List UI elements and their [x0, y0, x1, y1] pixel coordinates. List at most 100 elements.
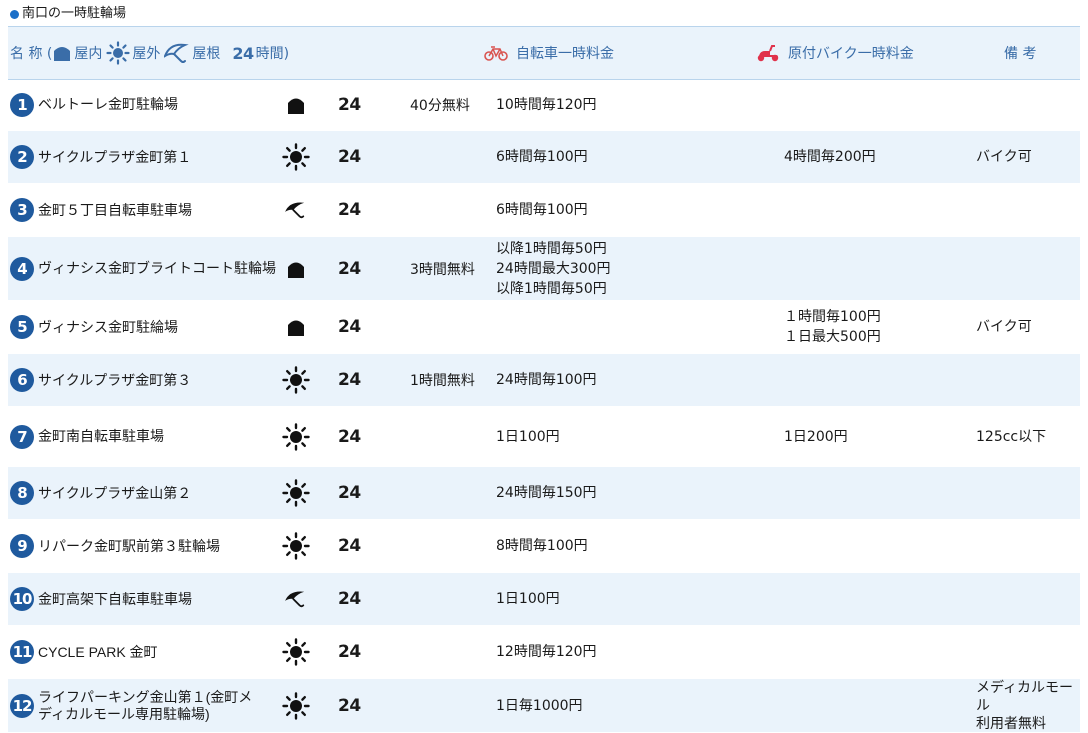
- umbrella-icon: [164, 43, 190, 63]
- hours-24-mark: 24: [338, 258, 361, 279]
- row-number-badge: 7: [10, 424, 34, 449]
- free-time: [410, 626, 496, 678]
- bicycle-fee: [496, 301, 766, 353]
- moto-fee: １時間毎100円 １日最大500円: [784, 309, 881, 345]
- row-number-badge: 4: [10, 256, 34, 281]
- moto-fee: [784, 237, 964, 300]
- table-row: 5 ヴィナシス金町駐綸場 24 １時間毎100円 １日最大500円 バイク可: [8, 301, 1080, 354]
- umbrella-icon: [284, 589, 308, 609]
- moto-fee: [784, 679, 964, 732]
- free-time: [410, 131, 496, 183]
- facility-type-cell: [282, 467, 310, 519]
- parking-name-cell: 5 ヴィナシス金町駐綸場: [10, 301, 280, 353]
- table-row: 6 サイクルプラザ金町第３ 24 1時間無料 24時間毎100円: [8, 354, 1080, 407]
- facility-type-cell: [282, 354, 310, 406]
- bicycle-icon: [484, 46, 508, 61]
- legend-indoor: 屋内: [52, 43, 102, 63]
- section-title: 南口の一時駐輪場: [10, 4, 126, 24]
- free-time: 1時間無料: [410, 373, 475, 389]
- legend-roof: 屋根: [164, 42, 220, 64]
- facility-type-cell: [282, 679, 310, 732]
- notes: [976, 626, 1080, 678]
- parking-name: CYCLE PARK 金町: [38, 643, 158, 660]
- hours-24-mark: 24: [338, 426, 361, 447]
- indoor-icon: [54, 47, 71, 61]
- parking-name: リパーク金町駅前第３駐輪場: [38, 537, 220, 554]
- free-time: [410, 679, 496, 732]
- hours-24-mark: 24: [338, 642, 361, 662]
- moto-fee: [784, 573, 964, 625]
- parking-table-body: 1 ベルトーレ金町駐輪場 24 40分無料 10時間毎120円 2 サイクルプラザ金町第１ 2…: [8, 79, 1080, 733]
- hours-24-mark: 24: [338, 317, 361, 337]
- row-number-badge: 2: [10, 145, 34, 169]
- bicycle-fee: 6時間毎100円: [496, 149, 588, 165]
- hours-24-mark: 24: [338, 695, 361, 716]
- table-row: 8 サイクルプラザ金山第２ 24 24時間毎150円: [8, 467, 1080, 520]
- free-time: 3時間無料: [410, 261, 475, 278]
- table-header: 名 称 ( 屋内 屋外 屋根 24 時間) 自転車一時料金 原付バイク一時料金 …: [8, 26, 1080, 80]
- row-number-badge: 3: [10, 198, 34, 222]
- bicycle-fee: 1日毎1000円: [496, 697, 583, 714]
- header-moto-fee: 原付バイク一時料金: [756, 27, 914, 79]
- row-number-badge: 12: [10, 693, 34, 718]
- table-row: 3 金町５丁目自転車駐車場 24 6時間毎100円: [8, 184, 1080, 237]
- notes: [976, 79, 1080, 130]
- legend-hours-label: 時間): [255, 46, 290, 62]
- parking-name-cell: 6 サイクルプラザ金町第３: [10, 354, 280, 406]
- parking-name-cell: 4 ヴィナシス金町ブライトコート駐輪場: [10, 237, 280, 300]
- umbrella-icon: [284, 200, 308, 220]
- sun-icon: [282, 692, 310, 720]
- legend-roof-label: 屋根: [192, 46, 221, 62]
- moto-fee: [784, 184, 964, 236]
- parking-name-cell: 2 サイクルプラザ金町第１: [10, 131, 280, 183]
- notes: [976, 184, 1080, 236]
- facility-type-cell: [282, 301, 310, 353]
- hours-24-mark: 24: [338, 147, 361, 167]
- hours-24-mark: 24: [338, 200, 361, 220]
- table-row: 11 CYCLE PARK 金町 24 12時間毎120円: [8, 626, 1080, 679]
- bicycle-fee: 24時間毎100円: [496, 372, 597, 388]
- moto-fee: 4時間毎200円: [784, 149, 876, 165]
- bicycle-fee: 1日100円: [496, 428, 560, 445]
- notes: バイク可: [976, 149, 1032, 165]
- legend-outdoor: 屋外: [106, 41, 160, 65]
- bicycle-fee: 6時間毎100円: [496, 202, 588, 218]
- row-number-badge: 1: [10, 92, 34, 117]
- parking-name: 金町５丁目自転車駐車場: [38, 201, 192, 218]
- row-number-badge: 6: [10, 368, 34, 392]
- bicycle-fee: 以降1時間毎50円 24時間最大300円 以降1時間毎50円: [496, 240, 611, 297]
- sun-icon: [282, 479, 310, 507]
- parking-name: サイクルプラザ金町第１: [38, 148, 192, 165]
- parking-name: 金町高架下自転車駐車場: [38, 590, 192, 607]
- parking-name-cell: 1 ベルトーレ金町駐輪場: [10, 79, 280, 130]
- parking-name: 金町南自転車駐車場: [38, 428, 164, 444]
- bicycle-fee: 8時間毎100円: [496, 538, 588, 554]
- table-row: 7 金町南自転車駐車場 24 1日100円 1日200円 125cc以下: [8, 407, 1080, 467]
- bicycle-fee: 12時間毎120円: [496, 644, 597, 660]
- notes: [976, 573, 1080, 625]
- bullet-dot-icon: [10, 9, 19, 19]
- moto-fee: [784, 79, 964, 130]
- bicycle-fee: 24時間毎150円: [496, 485, 597, 501]
- facility-type-cell: [282, 184, 310, 236]
- header-bicycle-fee-label: 自転車一時料金: [516, 46, 614, 62]
- notes: メディカルモール 利用者無料: [976, 679, 1074, 732]
- notes: バイク可: [976, 319, 1032, 335]
- facility-type-cell: [282, 79, 310, 130]
- table-row: 4 ヴィナシス金町ブライトコート駐輪場 24 3時間無料 以降1時間毎50円 24時間最…: [8, 237, 1080, 301]
- facility-type-cell: [282, 237, 310, 300]
- parking-name-cell: 7 金町南自転車駐車場: [10, 407, 280, 466]
- notes: 125cc以下: [976, 428, 1047, 445]
- bicycle-fee: 1日100円: [496, 591, 560, 607]
- free-time: [410, 184, 496, 236]
- facility-type-cell: [282, 626, 310, 678]
- free-time: 40分無料: [410, 97, 470, 114]
- parking-name: サイクルプラザ金山第２: [38, 484, 192, 501]
- parking-name: ヴィナシス金町ブライトコート駐輪場: [38, 260, 276, 276]
- bicycle-fee: 10時間毎120円: [496, 96, 597, 113]
- facility-type-cell: [282, 131, 310, 183]
- free-time: [410, 407, 496, 466]
- moto-fee: [784, 354, 964, 406]
- table-row: 10 金町高架下自転車駐車場 24 1日100円: [8, 573, 1080, 626]
- parking-name-cell: 3 金町５丁目自転車駐車場: [10, 184, 280, 236]
